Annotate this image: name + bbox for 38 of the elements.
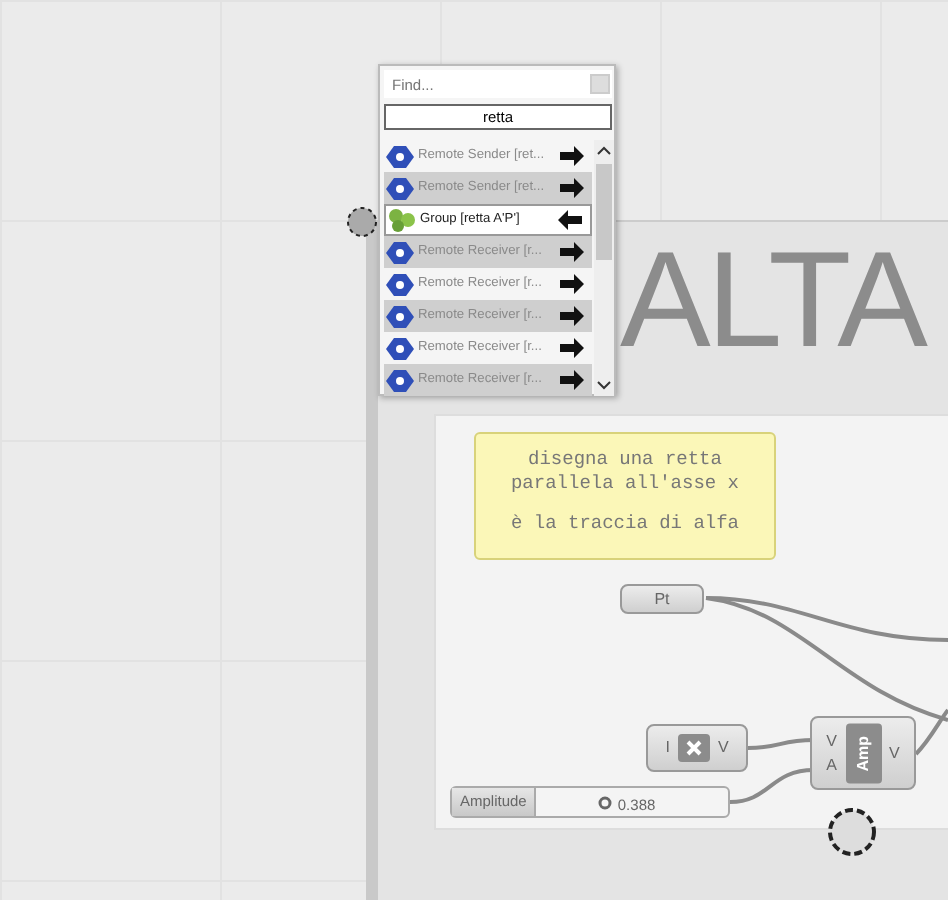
- wire: [747, 738, 815, 750]
- right-arrow-icon: [560, 306, 584, 326]
- hexagon-icon: [386, 143, 414, 169]
- chevron-up-icon: [596, 146, 612, 156]
- node-label: Pt: [654, 587, 670, 611]
- hexagon-icon: [386, 303, 414, 329]
- dashed-circle-icon: [826, 806, 878, 858]
- right-arrow-icon: [560, 338, 584, 358]
- cluster-icon: [388, 208, 416, 232]
- dashed-circle-icon: [346, 206, 378, 238]
- left-arrow-icon: [558, 210, 582, 230]
- hexagon-icon: [386, 239, 414, 265]
- right-arrow-icon: [560, 146, 584, 166]
- hexagon-icon: [386, 175, 414, 201]
- node-label: Amp: [845, 723, 881, 783]
- scroll-thumb[interactable]: [596, 164, 612, 260]
- right-arrow-icon: [560, 370, 584, 390]
- group-title: ALTA: [620, 232, 924, 368]
- component-node[interactable]: I V: [646, 724, 748, 772]
- right-arrow-icon: [560, 242, 584, 262]
- input-label: V: [826, 729, 837, 753]
- clear-button[interactable]: [590, 74, 610, 94]
- slider-knob[interactable]: [597, 796, 612, 810]
- component-node[interactable]: Pt: [620, 584, 704, 614]
- chevron-down-icon: [596, 380, 612, 390]
- input-label: I: [665, 736, 670, 760]
- output-label: V: [889, 741, 900, 765]
- note-text: disegna una retta parallela all'asse x: [508, 448, 742, 496]
- input-label: A: [826, 753, 837, 777]
- right-arrow-icon: [560, 178, 584, 198]
- right-arrow-icon: [560, 274, 584, 294]
- wire: [729, 768, 815, 804]
- hexagon-icon: [386, 335, 414, 361]
- scrollbar[interactable]: [594, 140, 614, 396]
- hexagon-icon: [386, 271, 414, 297]
- cross-icon: [677, 734, 710, 762]
- note-text: è la traccia di alfa: [508, 512, 742, 536]
- output-label: V: [717, 736, 729, 760]
